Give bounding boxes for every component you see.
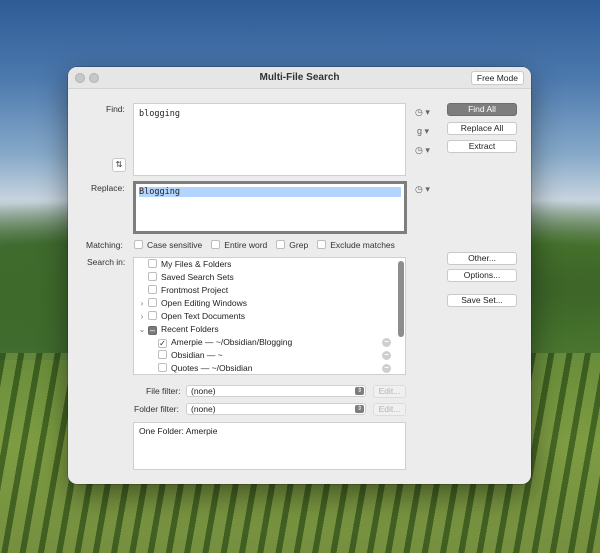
matching-options: Case sensitive Entire word Grep Exclude …	[134, 240, 395, 250]
extract-button[interactable]: Extract	[447, 140, 517, 153]
checkmark-icon: ✓	[158, 339, 167, 348]
chevron-updown-icon: ⇕	[355, 387, 364, 395]
grep-pattern-menu[interactable]: g ▾	[417, 125, 435, 137]
file-filter-edit-button[interactable]: Edit...	[373, 385, 406, 398]
chevron-right-icon[interactable]: ›	[138, 297, 146, 310]
search-in-list[interactable]: My Files & Folders Saved Search Sets Fro…	[133, 257, 406, 375]
options-button[interactable]: Options...	[447, 269, 517, 282]
matching-label: Matching:	[86, 240, 123, 250]
swap-find-replace-button[interactable]: ⇅	[112, 158, 126, 172]
other-button[interactable]: Other...	[447, 252, 517, 265]
grep-checkbox[interactable]: Grep	[276, 240, 308, 250]
find-options-menu[interactable]: ◷ ▾	[415, 144, 433, 156]
list-item-amerpie[interactable]: ✓ Amerpie — ~/Obsidian/Blogging −	[134, 336, 395, 349]
find-value: blogging	[139, 109, 180, 119]
file-filter-select[interactable]: (none) ⇕	[186, 385, 366, 397]
file-filter-label: File filter:	[146, 386, 181, 396]
replace-label: Replace:	[91, 183, 125, 193]
list-scrollbar[interactable]	[398, 261, 404, 337]
find-all-button[interactable]: Find All	[447, 103, 517, 116]
remove-icon[interactable]: −	[382, 364, 391, 373]
case-sensitive-checkbox[interactable]: Case sensitive	[134, 240, 202, 250]
folder-filter-label: Folder filter:	[134, 404, 179, 414]
find-history-menu[interactable]: ◷ ▾	[415, 106, 433, 118]
folder-filter-select[interactable]: (none) ⇕	[186, 403, 366, 415]
list-item-obsidian[interactable]: Obsidian — ~ −	[134, 349, 395, 362]
search-in-label: Search in:	[87, 257, 126, 267]
free-mode-button[interactable]: Free Mode	[470, 71, 524, 85]
list-item-quotes[interactable]: Quotes — ~/Obsidian −	[134, 362, 395, 374]
replace-history-menu[interactable]: ◷ ▾	[415, 183, 433, 195]
list-item-saved-search-sets[interactable]: Saved Search Sets	[134, 271, 395, 284]
replace-all-button[interactable]: Replace All	[447, 122, 517, 135]
chevron-updown-icon: ⇕	[355, 405, 364, 413]
window-title: Multi-File Search	[259, 72, 340, 83]
title-bar: Multi-File Search Free Mode	[68, 67, 531, 89]
list-item-open-editing-windows[interactable]: › Open Editing Windows	[134, 297, 395, 310]
list-item-my-files-folders[interactable]: My Files & Folders	[134, 258, 395, 271]
save-set-button[interactable]: Save Set...	[447, 294, 517, 307]
chevron-right-icon[interactable]: ›	[138, 310, 146, 323]
exclude-matches-checkbox[interactable]: Exclude matches	[317, 240, 395, 250]
entire-word-checkbox[interactable]: Entire word	[211, 240, 267, 250]
chevron-down-icon[interactable]: ⌄	[138, 323, 146, 336]
replace-value: Blogging	[139, 187, 401, 197]
search-set-summary: One Folder: Amerpie	[133, 422, 406, 470]
remove-icon[interactable]: −	[382, 351, 391, 360]
replace-field[interactable]: Blogging	[133, 181, 407, 234]
list-item-recent-folders[interactable]: ⌄ – Recent Folders	[134, 323, 395, 336]
multi-file-search-window: Multi-File Search Free Mode Find: bloggi…	[68, 67, 531, 484]
find-label: Find:	[106, 104, 125, 114]
folder-filter-edit-button[interactable]: Edit...	[373, 403, 406, 416]
find-field[interactable]: blogging	[133, 103, 406, 176]
list-item-frontmost-project[interactable]: Frontmost Project	[134, 284, 395, 297]
remove-icon[interactable]: −	[382, 338, 391, 347]
list-item-open-text-documents[interactable]: › Open Text Documents	[134, 310, 395, 323]
